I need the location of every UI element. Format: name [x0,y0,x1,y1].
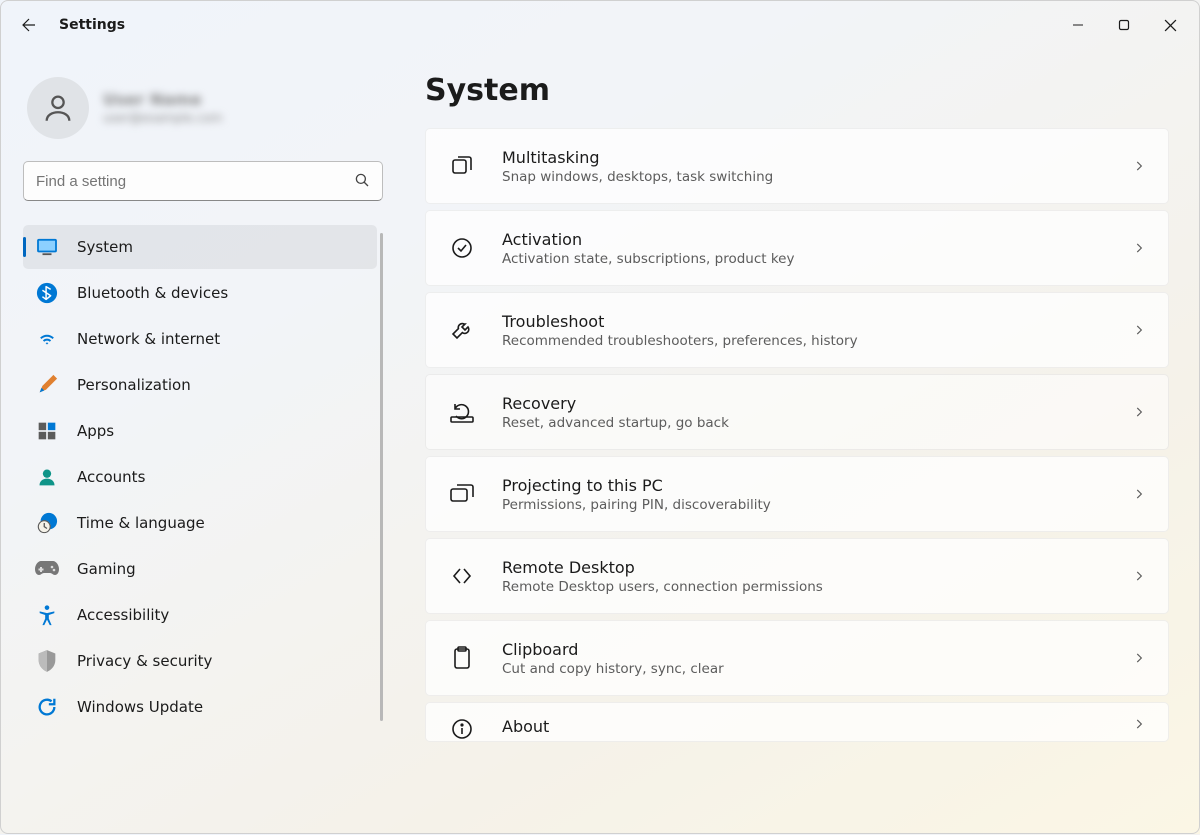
card-title: Projecting to this PC [502,476,1106,495]
nav-item-gaming[interactable]: Gaming [23,547,377,591]
window-title: Settings [59,17,125,33]
card-multitasking[interactable]: Multitasking Snap windows, desktops, task… [425,128,1169,204]
back-arrow-icon [20,16,38,34]
chevron-right-icon [1132,569,1146,583]
activation-icon [448,236,476,260]
nav-label: Privacy & security [77,652,212,670]
search-icon [353,171,371,189]
profile-text: User Name user@example.com [103,90,222,126]
nav-label: Time & language [77,514,205,532]
back-button[interactable] [7,3,51,47]
nav-item-windows-update[interactable]: Windows Update [23,685,377,729]
minimize-button[interactable] [1055,3,1101,47]
settings-card-list: Multitasking Snap windows, desktops, task… [425,128,1169,742]
card-desc: Reset, advanced startup, go back [502,415,1106,431]
wifi-icon [35,327,59,351]
card-title: Remote Desktop [502,558,1106,577]
main-panel: System Multitasking Snap windows, desktop… [401,49,1199,835]
projecting-icon [448,483,476,505]
nav-label: Accounts [77,468,145,486]
card-desc: Activation state, subscriptions, product… [502,251,1106,267]
minimize-icon [1072,19,1084,31]
recovery-icon [448,400,476,424]
card-title: Clipboard [502,640,1106,659]
nav-label: Bluetooth & devices [77,284,228,302]
card-troubleshoot[interactable]: Troubleshoot Recommended troubleshooters,… [425,292,1169,368]
nav-item-accessibility[interactable]: Accessibility [23,593,377,637]
paintbrush-icon [35,373,59,397]
clipboard-icon [448,646,476,670]
nav-list: System Bluetooth & devices Network & int… [23,225,383,729]
card-title: Recovery [502,394,1106,413]
chevron-right-icon [1132,651,1146,665]
nav-item-personalization[interactable]: Personalization [23,363,377,407]
wrench-icon [448,318,476,342]
nav-item-accounts[interactable]: Accounts [23,455,377,499]
nav-item-apps[interactable]: Apps [23,409,377,453]
maximize-icon [1118,19,1130,31]
chevron-right-icon [1132,241,1146,255]
sidebar: User Name user@example.com System Blueto… [1,49,401,835]
apps-icon [35,419,59,443]
card-desc: Permissions, pairing PIN, discoverabilit… [502,497,1106,513]
nav-label: Apps [77,422,114,440]
nav-label: Accessibility [77,606,169,624]
search-input[interactable] [23,161,383,201]
chevron-right-icon [1132,159,1146,173]
close-button[interactable] [1147,3,1193,47]
titlebar: Settings [1,1,1199,49]
globe-clock-icon [35,511,59,535]
card-desc: Snap windows, desktops, task switching [502,169,1106,185]
chevron-right-icon [1132,405,1146,419]
nav-item-system[interactable]: System [23,225,377,269]
card-desc: Remote Desktop users, connection permiss… [502,579,1106,595]
remote-desktop-icon [448,564,476,588]
nav-item-privacy[interactable]: Privacy & security [23,639,377,683]
update-icon [35,695,59,719]
accounts-icon [35,465,59,489]
card-projecting[interactable]: Projecting to this PC Permissions, pairin… [425,456,1169,532]
nav-item-time-language[interactable]: Time & language [23,501,377,545]
window-controls [1055,3,1193,47]
card-desc: Recommended troubleshooters, preferences… [502,333,1106,349]
nav-label: Personalization [77,376,191,394]
chevron-right-icon [1132,323,1146,337]
gamepad-icon [35,557,59,581]
avatar [27,77,89,139]
chevron-right-icon [1132,717,1146,731]
nav-label: System [77,238,133,256]
card-title: Troubleshoot [502,312,1106,331]
system-icon [35,235,59,259]
search-box[interactable] [23,161,383,201]
card-clipboard[interactable]: Clipboard Cut and copy history, sync, cle… [425,620,1169,696]
about-icon [448,717,476,741]
page-title: System [425,73,1169,108]
bluetooth-icon [35,281,59,305]
card-remote-desktop[interactable]: Remote Desktop Remote Desktop users, conn… [425,538,1169,614]
card-title: About [502,717,1106,736]
card-about[interactable]: About [425,702,1169,742]
nav-item-network[interactable]: Network & internet [23,317,377,361]
accessibility-icon [35,603,59,627]
nav-label: Gaming [77,560,136,578]
profile-name: User Name [103,90,222,111]
card-recovery[interactable]: Recovery Reset, advanced startup, go back [425,374,1169,450]
profile-block[interactable]: User Name user@example.com [23,61,383,161]
multitasking-icon [448,154,476,178]
profile-email: user@example.com [103,111,222,127]
nav-label: Windows Update [77,698,203,716]
close-icon [1164,19,1177,32]
maximize-button[interactable] [1101,3,1147,47]
nav-label: Network & internet [77,330,220,348]
card-activation[interactable]: Activation Activation state, subscription… [425,210,1169,286]
card-title: Activation [502,230,1106,249]
chevron-right-icon [1132,487,1146,501]
person-icon [41,91,75,125]
card-desc: Cut and copy history, sync, clear [502,661,1106,677]
nav-item-bluetooth[interactable]: Bluetooth & devices [23,271,377,315]
shield-icon [35,649,59,673]
card-title: Multitasking [502,148,1106,167]
